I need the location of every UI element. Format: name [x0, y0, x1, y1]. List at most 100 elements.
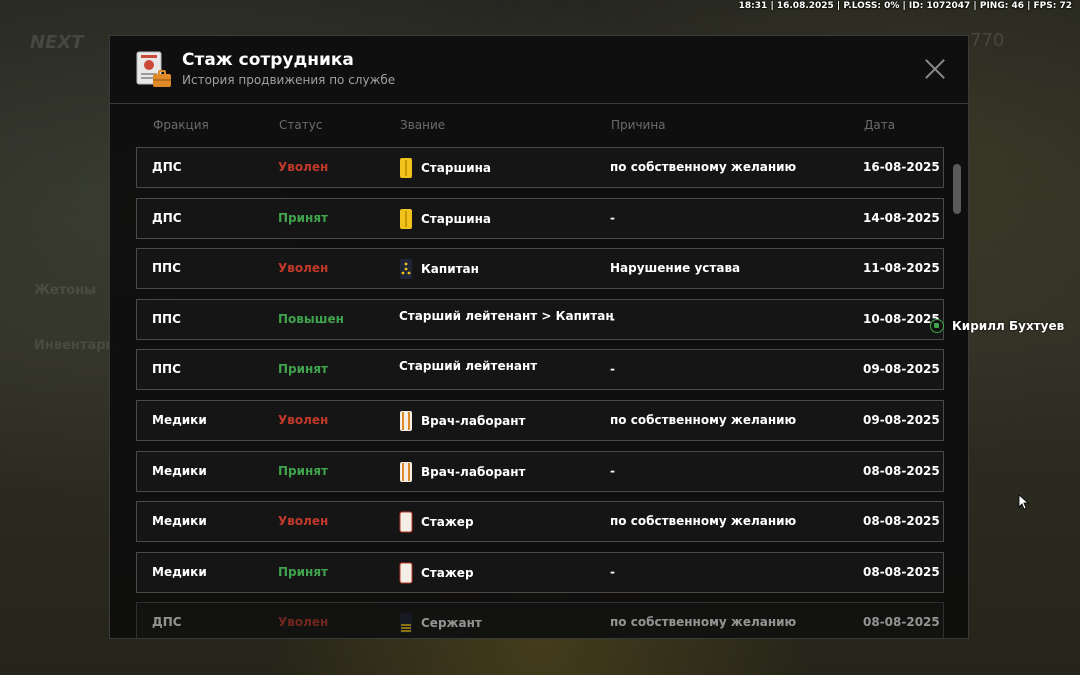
row-rank: Капитан: [399, 258, 479, 280]
row-rank-label: Старший лейтенант: [399, 359, 538, 373]
column-header-rank: Звание: [400, 118, 446, 132]
row-date: 08-08-2025: [863, 615, 940, 629]
row-status: Повышен: [278, 312, 344, 326]
row-rank-label: Стажер: [421, 515, 474, 529]
dark-strap-stars-icon: [399, 258, 413, 280]
voice-chat-indicator: Кирилл Бухтуев: [930, 319, 1064, 333]
row-rank: Сержант: [399, 612, 482, 634]
row-reason: -: [610, 464, 615, 478]
row-status: Принят: [278, 464, 328, 478]
row-faction: Медики: [152, 565, 207, 579]
table-row[interactable]: ДПС Уволен Сержант по собственному желанию 0…: [136, 602, 944, 638]
background-tokens-label: Жетоны: [34, 283, 96, 298]
modal-header: Стаж сотрудника История продвижения по с…: [110, 36, 968, 104]
row-rank: Врач-лаборант: [399, 410, 526, 432]
row-status: Уволен: [278, 514, 329, 528]
row-date: 09-08-2025: [863, 413, 940, 427]
row-date: 09-08-2025: [863, 362, 940, 376]
background-inventory-label: Инвентарь: [34, 338, 114, 353]
table-row[interactable]: Медики Принят Врач-лаборант - 08-08-2025: [136, 451, 944, 492]
row-faction: Медики: [152, 413, 207, 427]
row-rank: Старшина: [399, 208, 491, 230]
voice-speaker-name: Кирилл Бухтуев: [952, 319, 1065, 333]
mouse-cursor-icon: [1018, 494, 1030, 510]
row-rank: Старший лейтенант > Капитан: [399, 309, 614, 323]
row-rank-label: Капитан: [421, 262, 479, 276]
row-reason: -: [610, 565, 615, 579]
background-logo: NEXT: [30, 32, 84, 53]
yellow-strap-icon: [399, 157, 413, 179]
white-strap-orange-icon: [399, 410, 413, 432]
row-reason: по собственному желанию: [610, 160, 797, 174]
row-status: Уволен: [278, 160, 329, 174]
table-row[interactable]: ППС Повышен Старший лейтенант > Капитан - 10…: [136, 299, 944, 340]
row-rank: Старший лейтенант: [399, 359, 537, 373]
row-faction: ППС: [152, 261, 181, 275]
row-faction: ППС: [152, 312, 181, 326]
row-reason: Нарушение устава: [610, 261, 741, 275]
table-row[interactable]: ДПС Уволен Старшина по собственному желанию…: [136, 147, 944, 188]
row-rank-label: Стажер: [421, 566, 474, 580]
row-rank: Врач-лаборант: [399, 461, 526, 483]
row-rank-label: Старший лейтенант > Капитан: [399, 309, 614, 323]
row-rank-label: Старшина: [421, 161, 491, 175]
scrollbar-thumb[interactable]: [953, 164, 961, 214]
employee-history-modal: Стаж сотрудника История продвижения по с…: [109, 35, 969, 639]
white-strap-orange-icon: [399, 461, 413, 483]
row-faction: Медики: [152, 464, 207, 478]
row-faction: ППС: [152, 362, 181, 376]
row-date: 11-08-2025: [863, 261, 940, 275]
row-reason: по собственному желанию: [610, 514, 797, 528]
background-money: 770: [970, 30, 1005, 51]
row-date: 08-08-2025: [863, 565, 940, 579]
history-list[interactable]: ДПС Уволен Старшина по собственному желанию…: [136, 147, 944, 638]
row-status: Принят: [278, 362, 328, 376]
row-faction: Медики: [152, 514, 207, 528]
table-row[interactable]: ППС Принят Старший лейтенант - 09-08-2025: [136, 349, 944, 390]
table-row[interactable]: Медики Уволен Стажер по собственному желани…: [136, 501, 944, 542]
row-rank-label: Старшина: [421, 212, 491, 226]
row-rank: Стажер: [399, 562, 474, 584]
modal-subtitle: История продвижения по службе: [182, 73, 396, 87]
row-reason: -: [610, 312, 615, 326]
close-button[interactable]: [922, 56, 948, 82]
row-status: Уволен: [278, 615, 329, 629]
row-faction: ДПС: [152, 615, 182, 629]
row-status: Уволен: [278, 261, 329, 275]
table-row[interactable]: Медики Принят Стажер - 08-08-2025: [136, 552, 944, 593]
row-rank: Старшина: [399, 157, 491, 179]
row-rank: Стажер: [399, 511, 474, 533]
row-date: 16-08-2025: [863, 160, 940, 174]
row-date: 10-08-2025: [863, 312, 940, 326]
modal-title: Стаж сотрудника: [182, 50, 354, 70]
row-status: Принят: [278, 565, 328, 579]
row-status: Принят: [278, 211, 328, 225]
row-rank-label: Врач-лаборант: [421, 465, 526, 479]
row-reason: по собственному желанию: [610, 413, 797, 427]
white-strap-red-icon: [399, 511, 413, 533]
row-date: 14-08-2025: [863, 211, 940, 225]
dark-strap-yellow-stripes-icon: [399, 612, 413, 634]
table-row[interactable]: Медики Уволен Врач-лаборант по собственному…: [136, 400, 944, 441]
table-row[interactable]: ППС Уволен Капитан Нарушение устава 11-08-20…: [136, 248, 944, 289]
yellow-strap-icon: [399, 208, 413, 230]
column-header-faction: Фракция: [153, 118, 209, 132]
table-header: Фракция Статус Звание Причина Дата: [137, 118, 945, 134]
white-strap-red-icon: [399, 562, 413, 584]
row-reason: -: [610, 211, 615, 225]
column-header-date: Дата: [864, 118, 896, 132]
column-header-reason: Причина: [611, 118, 666, 132]
row-reason: -: [610, 362, 615, 376]
voice-speaker-icon: [930, 319, 944, 333]
row-faction: ДПС: [152, 160, 182, 174]
row-date: 08-08-2025: [863, 464, 940, 478]
row-reason: по собственному желанию: [610, 615, 797, 629]
row-rank-label: Сержант: [421, 616, 482, 630]
status-bar: 18:31 | 16.08.2025 | P.LOSS: 0% | ID: 10…: [738, 1, 1072, 11]
id-card-briefcase-icon: [136, 51, 171, 87]
row-faction: ДПС: [152, 211, 182, 225]
row-rank-label: Врач-лаборант: [421, 414, 526, 428]
row-status: Уволен: [278, 413, 329, 427]
table-row[interactable]: ДПС Принят Старшина - 14-08-2025: [136, 198, 944, 239]
row-date: 08-08-2025: [863, 514, 940, 528]
